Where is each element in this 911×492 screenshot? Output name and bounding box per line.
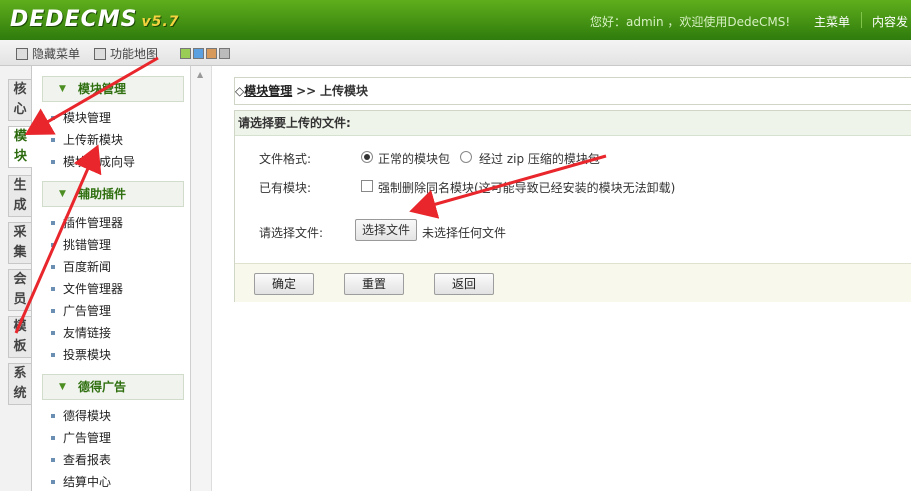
back-button[interactable]: 返回 bbox=[434, 273, 494, 295]
dedecms-logo: DEDECMS v5.7 bbox=[10, 7, 179, 32]
sidebar-item-ad-manage[interactable]: 广告管理 bbox=[50, 301, 111, 321]
confirm-button[interactable]: 确定 bbox=[254, 273, 314, 295]
left-tab-bar: 核心 模块 生成 采集 会员 模板 系统 bbox=[0, 66, 32, 491]
sidebar-item-module-manage[interactable]: 模块管理 bbox=[50, 108, 111, 128]
group-header-dede-ads[interactable]: ▼ 德得广告 bbox=[42, 374, 184, 400]
tab-label: 系统 bbox=[13, 366, 27, 401]
select-file-label: 请选择文件: bbox=[259, 226, 324, 240]
chevron-down-icon: ▼ bbox=[59, 84, 66, 94]
force-delete-checkbox[interactable] bbox=[361, 180, 373, 192]
welcome-text: 您好：admin ，欢迎使用DedeCMS! bbox=[590, 15, 791, 29]
tab-label: 生成 bbox=[13, 178, 27, 213]
form-footer: 确定 重置 返回 bbox=[235, 263, 911, 302]
hide-menu-button[interactable]: 隐藏菜单 bbox=[16, 45, 80, 62]
group-title: 德得广告 bbox=[78, 380, 127, 394]
file-format-label: 文件格式: bbox=[259, 152, 312, 166]
sidebar-menu: ▼ 模块管理 模块管理 上传新模块 模块生成向导 ▼ 辅助插件 插件管理器 挑错… bbox=[32, 66, 191, 491]
choose-file-button[interactable]: 选择文件 bbox=[355, 219, 418, 241]
breadcrumb-module-manage-link[interactable]: 模块管理 bbox=[244, 84, 292, 98]
gray-skin-icon[interactable] bbox=[219, 48, 230, 59]
breadcrumb-current: 上传模块 bbox=[320, 84, 369, 98]
sidebar-item-error-manage[interactable]: 挑错管理 bbox=[50, 235, 111, 255]
orange-skin-icon[interactable] bbox=[206, 48, 217, 59]
upload-form-panel: 请选择要上传的文件: 文件格式: 正常的模块包 经过 zip 压缩的模块包 已有… bbox=[234, 110, 911, 302]
content-publish-link[interactable]: 内容发 bbox=[872, 13, 908, 30]
header-divider bbox=[861, 12, 862, 28]
tab-system[interactable]: 系统 bbox=[8, 363, 31, 405]
logo-text: DEDECMS bbox=[10, 7, 138, 32]
radio-zip-package[interactable] bbox=[460, 151, 472, 163]
radio-zip-package-label: 经过 zip 压缩的模块包 bbox=[479, 152, 600, 166]
sidebar-item-friend-links[interactable]: 友情链接 bbox=[50, 323, 111, 343]
sidebar-item-view-report[interactable]: 查看报表 bbox=[50, 450, 111, 470]
group-title: 辅助插件 bbox=[78, 187, 127, 201]
group-title: 模块管理 bbox=[78, 82, 127, 96]
chevron-down-icon: ▼ bbox=[59, 189, 66, 199]
breadcrumb: ◇模块管理 >> 上传模块 bbox=[234, 77, 911, 105]
chevron-down-icon: ▼ bbox=[59, 382, 66, 392]
version-text: v5.7 bbox=[141, 14, 180, 30]
tab-template[interactable]: 模板 bbox=[8, 316, 31, 358]
top-header: DEDECMS v5.7 您好：admin ，欢迎使用DedeCMS! 主菜单 内… bbox=[0, 0, 911, 40]
form-title-bar: 请选择要上传的文件: bbox=[235, 111, 911, 136]
tab-member[interactable]: 会员 bbox=[8, 269, 31, 311]
green-skin-icon[interactable] bbox=[180, 48, 191, 59]
sidebar-item-baidu-news[interactable]: 百度新闻 bbox=[50, 257, 111, 277]
reset-button[interactable]: 重置 bbox=[344, 273, 404, 295]
toolbar: 隐藏菜单 功能地图 bbox=[0, 40, 911, 66]
tab-collect[interactable]: 采集 bbox=[8, 222, 31, 264]
sidebar-item-file-manager[interactable]: 文件管理器 bbox=[50, 279, 123, 299]
tab-label: 模板 bbox=[13, 319, 27, 354]
sidebar-scrollbar[interactable]: ▲ bbox=[191, 66, 212, 491]
tab-generate[interactable]: 生成 bbox=[8, 175, 31, 217]
sidebar-item-ad-manage-2[interactable]: 广告管理 bbox=[50, 428, 111, 448]
main-content: ◇模块管理 >> 上传模块 请选择要上传的文件: 文件格式: 正常的模块包 经过… bbox=[212, 66, 911, 491]
radio-normal-package[interactable] bbox=[361, 151, 373, 163]
scroll-up-icon[interactable]: ▲ bbox=[197, 70, 203, 79]
tab-module[interactable]: 模块 bbox=[8, 126, 32, 168]
blue-skin-icon[interactable] bbox=[193, 48, 204, 59]
breadcrumb-separator: >> bbox=[296, 84, 317, 98]
radio-normal-package-label: 正常的模块包 bbox=[378, 152, 451, 166]
group-header-module-manage[interactable]: ▼ 模块管理 bbox=[42, 76, 184, 102]
sidebar-item-upload-module[interactable]: 上传新模块 bbox=[50, 130, 123, 150]
function-map-button[interactable]: 功能地图 bbox=[94, 45, 158, 62]
existing-module-label: 已有模块: bbox=[259, 181, 312, 195]
tab-label: 核心 bbox=[13, 82, 27, 117]
function-map-label: 功能地图 bbox=[110, 47, 159, 61]
sidebar-item-module-wizard[interactable]: 模块生成向导 bbox=[50, 152, 135, 172]
file-status-text: 未选择任何文件 bbox=[422, 226, 507, 240]
grid-icon bbox=[94, 47, 106, 60]
tab-label: 采集 bbox=[13, 225, 27, 260]
tab-label: 模块 bbox=[13, 129, 27, 164]
diamond-icon: ◇ bbox=[235, 84, 245, 98]
group-header-plugins[interactable]: ▼ 辅助插件 bbox=[42, 181, 184, 207]
sidebar-item-vote-module[interactable]: 投票模块 bbox=[50, 345, 111, 365]
sidebar-item-settlement[interactable]: 结算中心 bbox=[50, 472, 111, 492]
main-menu-link[interactable]: 主菜单 bbox=[814, 13, 850, 30]
force-delete-label: 强制删除同名模块(这可能导致已经安装的模块无法卸载) bbox=[378, 181, 676, 195]
tab-core[interactable]: 核心 bbox=[8, 79, 31, 121]
sidebar-item-plugin-manager[interactable]: 插件管理器 bbox=[50, 213, 123, 233]
menu-icon bbox=[16, 47, 28, 60]
form-title: 请选择要上传的文件: bbox=[238, 116, 351, 130]
hide-menu-label: 隐藏菜单 bbox=[32, 47, 81, 61]
sidebar-item-dede-module[interactable]: 德得模块 bbox=[50, 406, 111, 426]
tab-label: 会员 bbox=[13, 272, 27, 307]
